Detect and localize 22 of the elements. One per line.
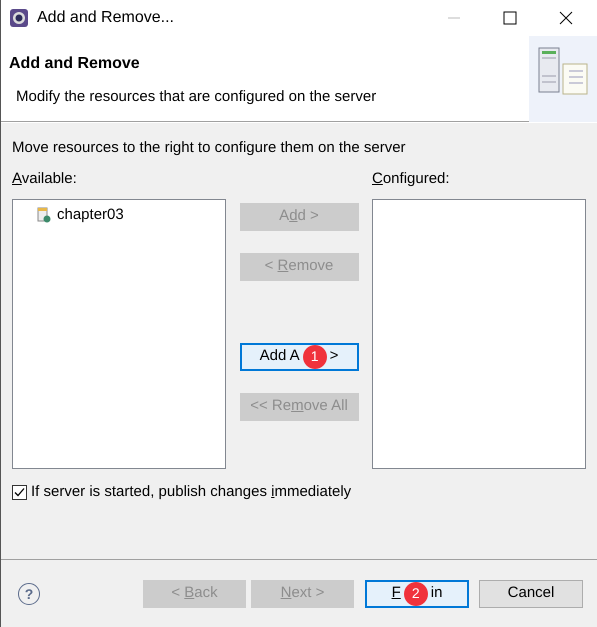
available-label: Available:: [12, 168, 78, 188]
instruction-text: Move resources to the right to configure them on the server: [12, 138, 407, 158]
close-icon[interactable]: [559, 11, 573, 25]
maximize-icon[interactable]: [503, 11, 517, 25]
annotation-badge: 2: [404, 582, 428, 606]
dialog-button[interactable]: Add A 1 >: [240, 342, 358, 370]
app-icon: [9, 8, 29, 28]
help-button[interactable]: ?: [18, 582, 40, 604]
checkbox[interactable]: [12, 484, 27, 500]
item-label: chapter03: [57, 205, 124, 225]
header-title: Add and Remove: [9, 54, 141, 74]
checkbox-label: If server is started, publish changes immediately: [31, 482, 352, 502]
dialog-button[interactable]: Cancel: [479, 580, 583, 608]
configured-label: Configured:: [372, 168, 451, 188]
annotation-badge: 1: [302, 344, 327, 368]
project-icon: [37, 207, 51, 224]
check-icon: [14, 486, 25, 498]
window-title: Add and Remove...: [37, 8, 175, 28]
dialog-button[interactable]: F 2 in: [365, 580, 469, 608]
header-subtitle: Modify the resources that are configured on the server: [16, 87, 378, 107]
available-list[interactable]: chapter03: [12, 199, 226, 469]
list-item[interactable]: chapter03: [37, 204, 128, 226]
